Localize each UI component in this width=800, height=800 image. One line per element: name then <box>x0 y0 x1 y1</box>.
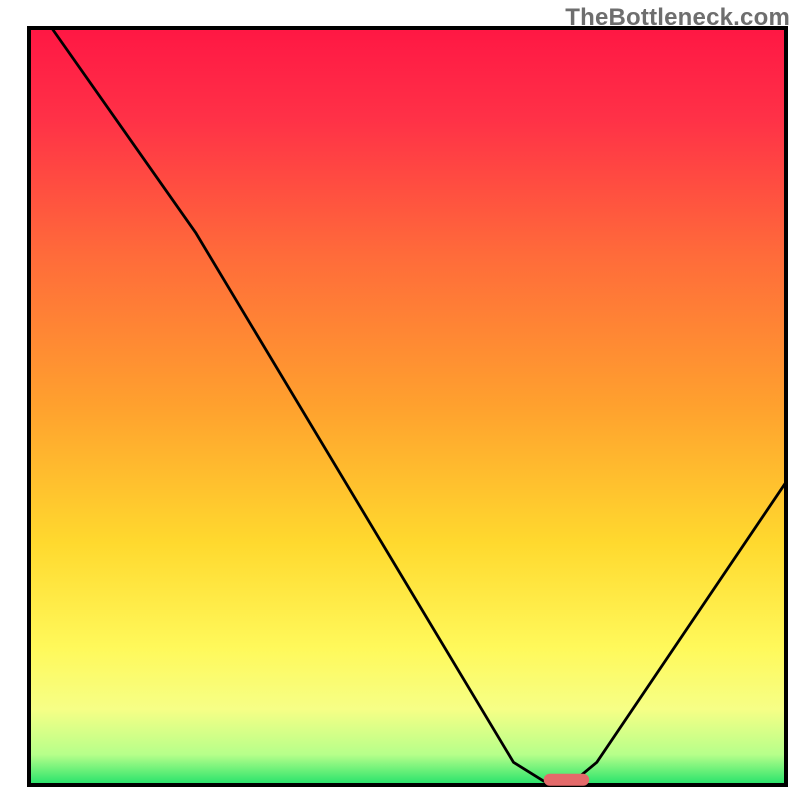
bottleneck-chart <box>0 0 800 800</box>
plot-background <box>29 28 786 785</box>
optimal-marker <box>544 774 589 786</box>
chart-container: TheBottleneck.com <box>0 0 800 800</box>
watermark-text: TheBottleneck.com <box>565 4 790 32</box>
